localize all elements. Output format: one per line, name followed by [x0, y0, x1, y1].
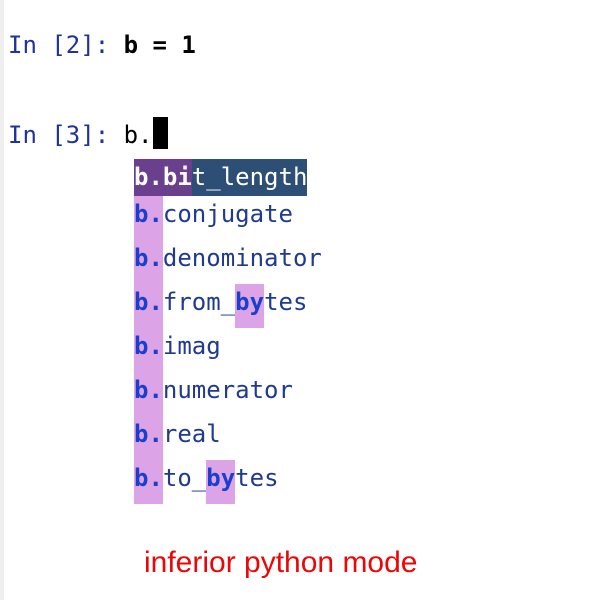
completion-match-text: b. [134, 284, 163, 328]
completion-match-text: b. [134, 460, 163, 504]
completion-rest-text: tes [235, 464, 279, 492]
code-cell-3[interactable]: b. [124, 121, 153, 149]
completion-match-text: by [235, 284, 265, 328]
input-line-2: In [2]: b = 1 [8, 30, 196, 60]
completion-item[interactable]: b. from_ by tes [134, 284, 322, 328]
completion-match-text: by [206, 460, 236, 504]
window-left-border [0, 0, 4, 600]
mode-caption: inferior python mode [144, 546, 418, 579]
prompt-in-3: In [3]: [8, 121, 124, 149]
completion-rest-text: tes [264, 288, 308, 316]
completion-item[interactable]: b. to_ by tes [134, 460, 322, 504]
completion-rest-text: numerator [162, 376, 293, 404]
completion-match-text: b. [134, 196, 163, 240]
completion-item[interactable]: b. imag [134, 328, 322, 372]
completion-popup: b.bi t_length b. conjugate b. denominator b. fr… [134, 159, 322, 504]
completion-rest-text: real [162, 420, 221, 448]
completion-rest-text: from_ [162, 288, 236, 316]
completion-rest-text: conjugate [162, 200, 293, 228]
prompt-in-2: In [2]: [8, 31, 124, 59]
input-line-3: In [3]: b. [8, 117, 168, 149]
completion-match-text: b. [134, 328, 163, 372]
completion-match-text: b. [134, 240, 163, 284]
completion-item-selected[interactable]: b.bi t_length [134, 159, 322, 196]
text-cursor [152, 117, 168, 149]
completion-rest-text: imag [162, 332, 221, 360]
completion-item[interactable]: b. real [134, 416, 322, 460]
completion-rest-text: to_ [162, 464, 207, 492]
completion-match-text: b.bi [134, 159, 192, 196]
completion-item[interactable]: b. denominator [134, 240, 322, 284]
completion-item[interactable]: b. numerator [134, 372, 322, 416]
code-cell-2[interactable]: b = 1 [124, 31, 196, 59]
completion-item[interactable]: b. conjugate [134, 196, 322, 240]
completion-match-text: b. [134, 372, 163, 416]
completion-rest-text: t_length [191, 159, 308, 196]
completion-match-text: b. [134, 416, 163, 460]
completion-rest-text: denominator [162, 244, 322, 272]
